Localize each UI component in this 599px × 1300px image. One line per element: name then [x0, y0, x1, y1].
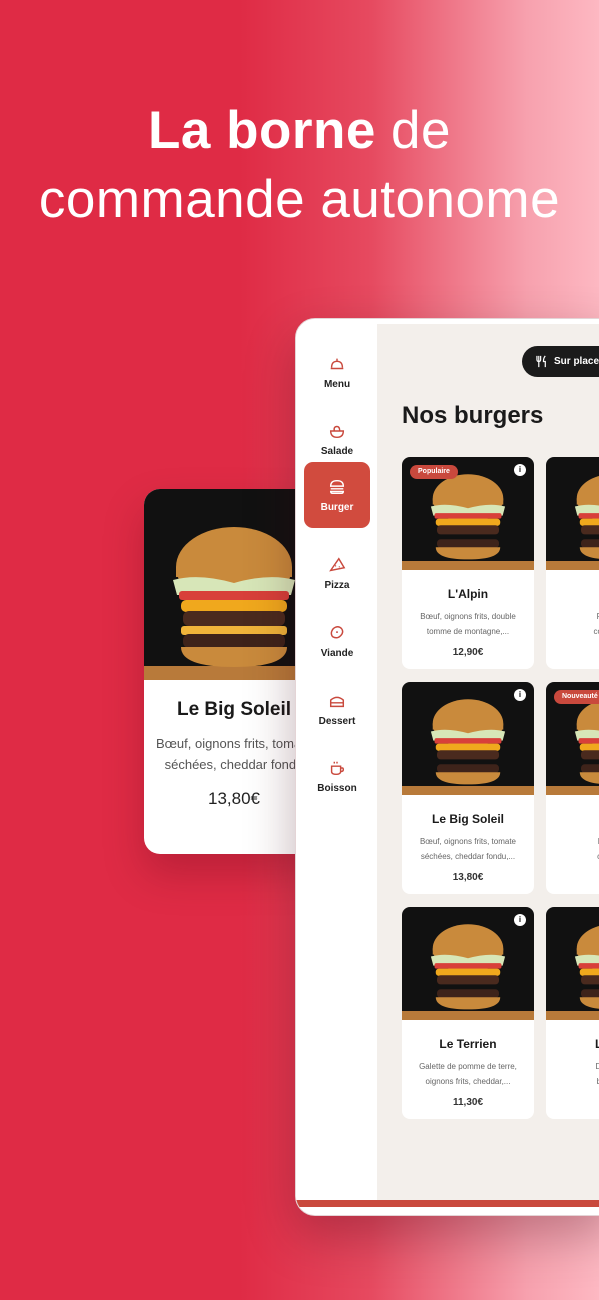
product-price: 1 — [546, 647, 599, 658]
cup-icon — [330, 761, 345, 775]
product-description: Bœuf, oignons frits, double tomme de mont… — [420, 612, 516, 636]
kiosk-tablet: Menu Salade Burger Pizza Viande Dessert … — [295, 318, 599, 1216]
product-title: Le Terrien — [439, 1037, 497, 1051]
sidebar-item-burger[interactable]: Burger — [304, 462, 370, 528]
burger-icon — [329, 479, 345, 494]
product-price: 11,30€ — [452, 1097, 484, 1108]
product-description: Bœuf, oignons frits, tomate séchées, ched… — [419, 837, 517, 861]
product-card[interactable]: i Le Ma Double Sbacon, d 1 — [546, 907, 599, 1119]
product-description: Double Sbacon, d — [546, 1059, 599, 1089]
product-card[interactable]: i Le C Poulet Ccomté du j 1 — [546, 457, 599, 669]
headline-rest: de — [375, 101, 451, 160]
product-title: Le Big Soleil — [431, 812, 504, 826]
info-icon[interactable]: i — [514, 689, 526, 701]
sidebar-item-boisson[interactable]: Boisson — [304, 743, 370, 809]
headline: La borne de commande autonome — [0, 96, 599, 234]
menu-content: Sur place Nos burgers Populaire i L'Alpin B… — [377, 324, 599, 1204]
product-price: 1 — [546, 872, 599, 883]
section-title: Nos burgers — [402, 402, 544, 429]
order-mode-button[interactable]: Sur place — [522, 346, 599, 377]
product-price: 12,90€ — [452, 647, 484, 658]
product-image: i — [402, 682, 534, 795]
product-description: Galette de pomme de terre, oignons frits,… — [419, 1062, 517, 1086]
bottom-accent-bar — [296, 1200, 599, 1207]
product-description: Poulet Ccomté du j — [593, 612, 599, 636]
product-badge: Populaire — [410, 465, 458, 479]
salad-icon — [329, 425, 345, 438]
headline-bold: La borne — [148, 101, 376, 160]
sidebar-item-dessert[interactable]: Dessert — [304, 676, 370, 742]
headline-line2: commande autonome — [38, 170, 561, 229]
product-title: Le Ma — [546, 1037, 599, 1051]
meat-icon — [330, 625, 344, 638]
category-sidebar: Menu Salade Burger Pizza Viande Dessert … — [296, 319, 377, 1215]
cake-icon — [329, 696, 345, 707]
pizza-icon — [329, 556, 346, 571]
cloche-icon — [330, 358, 344, 369]
product-card[interactable]: i Le Big Soleil Bœuf, oignons frits, tomat… — [402, 682, 534, 894]
info-icon[interactable]: i — [514, 464, 526, 476]
sidebar-item-pizza[interactable]: Pizza — [304, 540, 370, 606]
cutlery-icon — [536, 355, 546, 368]
product-card[interactable]: Nouveautéi Le R Bœuf, bciboulett 1 — [546, 682, 599, 894]
product-image: i — [546, 457, 599, 570]
product-image: i — [546, 907, 599, 1020]
info-icon[interactable]: i — [514, 914, 526, 926]
sidebar-item-menu[interactable]: Menu — [304, 339, 370, 405]
product-title: Le C — [546, 587, 599, 601]
product-image: i — [402, 907, 534, 1020]
product-price: 13,80€ — [452, 872, 484, 883]
product-image: Populaire i — [402, 457, 534, 570]
product-title: Le R — [546, 812, 599, 826]
product-card[interactable]: Populaire i L'Alpin Bœuf, oignons frits, do… — [402, 457, 534, 669]
product-badge: Nouveauté — [554, 690, 599, 704]
product-image: Nouveautéi — [546, 682, 599, 795]
product-price: 1 — [546, 1097, 599, 1108]
product-description: Bœuf, bciboulett — [546, 834, 599, 864]
product-title: L'Alpin — [447, 587, 489, 601]
sidebar-item-viande[interactable]: Viande — [304, 608, 370, 674]
product-card[interactable]: i Le Terrien Galette de pomme de terre, oig… — [402, 907, 534, 1119]
